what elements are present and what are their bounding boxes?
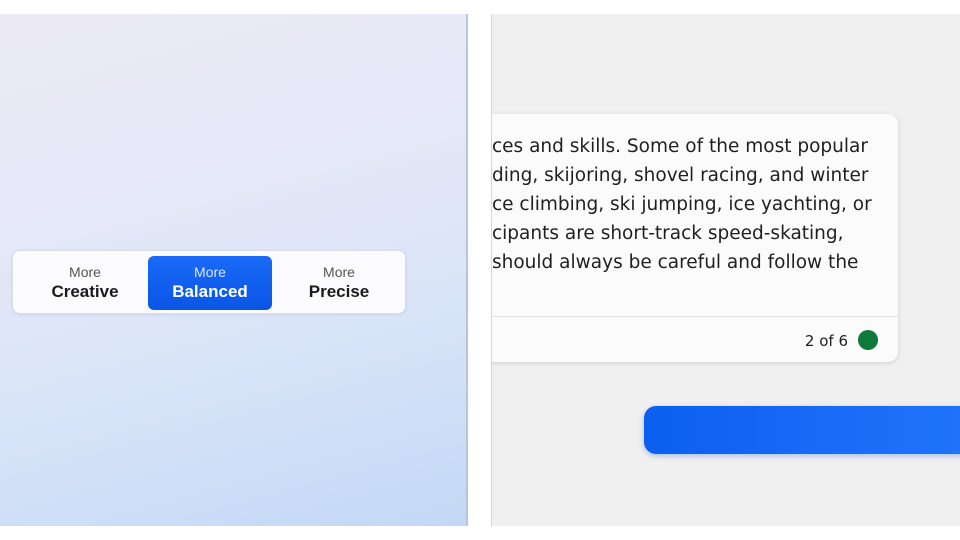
tone-option-label: Balanced <box>172 281 248 301</box>
tone-option-creative[interactable]: More Creative <box>23 256 147 310</box>
tone-option-balanced[interactable]: More Balanced <box>148 256 272 310</box>
response-line: ce climbing, ski jumping, ice yachting, … <box>492 194 872 215</box>
chat-input-bar[interactable] <box>644 406 960 454</box>
left-panel: More Creative More Balanced More Precise <box>0 14 466 526</box>
tone-option-prefix: More <box>194 263 226 280</box>
tone-option-prefix: More <box>69 263 101 280</box>
response-text: ces and skills. Some of the most popular… <box>492 132 898 277</box>
tone-option-label: Creative <box>51 281 119 301</box>
tone-option-label: Precise <box>308 281 370 301</box>
tone-option-precise[interactable]: More Precise <box>277 256 401 310</box>
chat-response-card: ces and skills. Some of the most popular… <box>492 114 898 362</box>
status-dot-icon <box>858 330 878 350</box>
response-line: cipants are short-track speed-skating, <box>492 223 844 244</box>
panel-gap <box>468 14 492 526</box>
right-panel: ces and skills. Some of the most popular… <box>492 14 960 526</box>
response-line: should always be careful and follow the <box>492 252 859 273</box>
response-line: ding, skijoring, shovel racing, and wint… <box>492 165 869 186</box>
response-counter: 2 of 6 <box>804 332 848 350</box>
tone-option-prefix: More <box>323 263 355 280</box>
card-divider <box>492 316 898 317</box>
conversation-style-selector: More Creative More Balanced More Precise <box>12 250 406 314</box>
response-line: ces and skills. Some of the most popular <box>492 136 868 157</box>
